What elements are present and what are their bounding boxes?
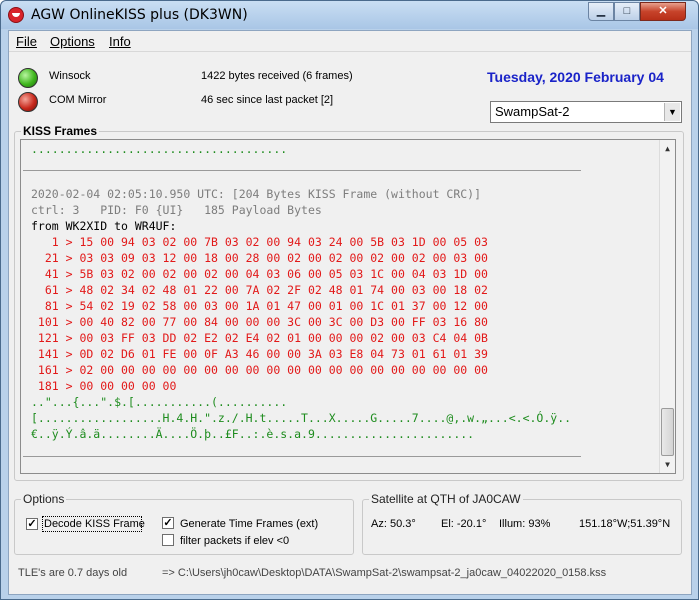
illumination-value: Illum: 93%: [499, 518, 551, 530]
sub-satellite-position: 151.18°W;51.39°N: [579, 518, 671, 530]
menu-info[interactable]: Info: [109, 34, 131, 49]
kiss-frames-log[interactable]: ..................................... 20…: [20, 139, 676, 474]
satellite-qth-title: Satellite at QTH of JA0CAW: [369, 492, 523, 506]
log-separator: [23, 170, 581, 171]
hex-row: 81 > 54 02 19 02 58 00 03 00 1A 01 47 00…: [31, 299, 488, 313]
minimize-button[interactable]: ▁: [588, 2, 614, 21]
com-mirror-status-led-icon: [18, 92, 38, 112]
hex-row: 141 > 0D 02 D6 01 FE 00 0F A3 46 00 00 3…: [31, 347, 488, 361]
menu-bar: File Options Info: [9, 31, 691, 52]
menu-info-label: Info: [109, 34, 131, 49]
hex-row: 161 > 02 00 00 00 00 00 00 00 00 00 00 0…: [31, 363, 488, 377]
last-packet-text: 46 sec since last packet [2]: [201, 94, 334, 106]
filter-packets-label[interactable]: filter packets if elev <0: [180, 535, 289, 547]
current-date: Tuesday, 2020 February 04: [487, 69, 664, 85]
decode-kiss-checkbox[interactable]: ✓: [26, 518, 38, 530]
options-title: Options: [21, 492, 67, 506]
chevron-down-icon[interactable]: ▼: [664, 103, 680, 121]
app-window: AGW OnlineKISS plus (DK3WN) ▁ □ ✕ File O…: [0, 0, 699, 600]
client-area: File Options Info Winsock COM Mirror 142…: [8, 30, 692, 595]
log-scrollbar[interactable]: ▲ ▼: [659, 140, 675, 473]
filter-packets-checkbox[interactable]: [162, 534, 174, 546]
ascii-row: .."...{...".$.[...........(..........: [31, 395, 288, 409]
title-bar[interactable]: AGW OnlineKISS plus (DK3WN) ▁ □ ✕: [1, 1, 698, 29]
scrollbar-thumb[interactable]: [661, 408, 674, 456]
log-separator: [23, 456, 581, 457]
app-logo-icon[interactable]: [8, 7, 24, 23]
elevation-value: El: -20.1°: [441, 518, 487, 530]
ascii-row: [..................H.4.H.".z./.H.t.....T…: [31, 411, 572, 425]
menu-options-label: Options: [50, 34, 95, 49]
log-ctrl-line: ctrl: 3 PID: F0 {UI} 185 Payload Bytes: [31, 203, 322, 217]
log-from-line: from WK2XID to WR4UF:: [31, 219, 177, 233]
hex-row: 181 > 00 00 00 00 00: [31, 379, 177, 393]
generate-time-checkbox[interactable]: ✓: [162, 517, 174, 529]
window-title: AGW OnlineKISS plus (DK3WN): [31, 7, 248, 23]
winsock-status-led-icon: [18, 68, 38, 88]
log-header-line: 2020-02-04 02:05:10.950 UTC: [204 Bytes …: [31, 187, 482, 201]
azimuth-value: Az: 50.3°: [371, 518, 416, 530]
menu-file-label: File: [16, 34, 37, 49]
output-path-text: => C:\Users\jh0caw\Desktop\DATA\SwampSat…: [162, 567, 607, 579]
hex-row: 101 > 00 40 82 00 77 00 84 00 00 00 3C 0…: [31, 315, 488, 329]
menu-file[interactable]: File: [16, 34, 37, 49]
satellite-select-value: SwampSat-2: [495, 104, 570, 119]
ascii-row: €..ÿ.Ý.â.ä........Ä....Ö.þ..£F..:.è.s.a.…: [31, 427, 475, 441]
bytes-received-text: 1422 bytes received (6 frames): [201, 70, 353, 82]
generate-time-label[interactable]: Generate Time Frames (ext): [180, 518, 318, 530]
winsock-label: Winsock: [49, 70, 91, 82]
log-dots-line: .....................................: [31, 142, 288, 156]
hex-row: 41 > 5B 03 02 00 02 00 02 00 04 03 06 00…: [31, 267, 488, 281]
kiss-frames-title: KISS Frames: [21, 124, 100, 138]
tle-age-text: TLE's are 0.7 days old: [18, 567, 128, 579]
scroll-down-icon[interactable]: ▼: [660, 457, 675, 472]
hex-row: 61 > 48 02 34 02 48 01 22 00 7A 02 2F 02…: [31, 283, 488, 297]
scroll-up-icon[interactable]: ▲: [660, 141, 675, 156]
hex-row: 21 > 03 03 09 03 12 00 18 00 28 00 02 00…: [31, 251, 488, 265]
decode-kiss-label[interactable]: Decode KISS Frame: [44, 518, 145, 530]
hex-row: 1 > 15 00 94 03 02 00 7B 03 02 00 94 03 …: [31, 235, 488, 249]
menu-options[interactable]: Options: [50, 34, 95, 49]
maximize-button[interactable]: □: [614, 2, 640, 21]
satellite-select[interactable]: SwampSat-2 ▼: [490, 101, 682, 123]
com-mirror-label: COM Mirror: [49, 94, 107, 106]
hex-row: 121 > 00 03 FF 03 DD 02 E2 02 E4 02 01 0…: [31, 331, 488, 345]
close-button[interactable]: ✕: [640, 2, 686, 21]
